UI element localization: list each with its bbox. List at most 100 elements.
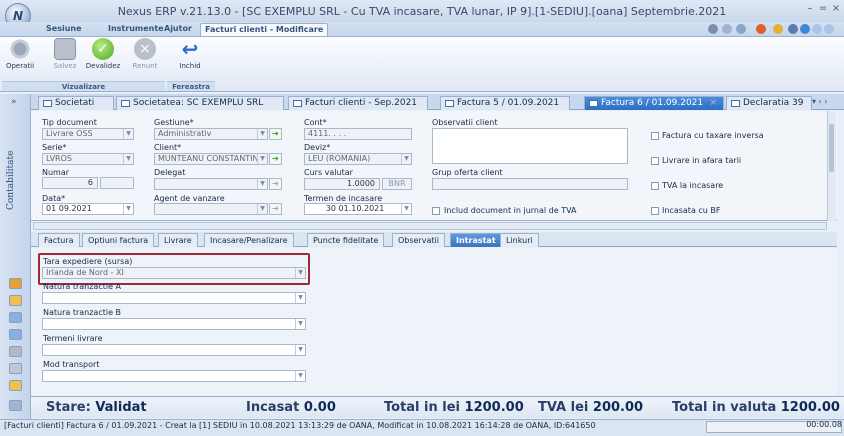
tara-expediere-select[interactable]: Irlanda de Nord - XI ▼: [42, 267, 306, 279]
subtab-factura[interactable]: Factura: [38, 233, 80, 247]
numar-input[interactable]: 6: [42, 177, 98, 189]
numar-extra-field[interactable]: [100, 177, 134, 189]
link-icon[interactable]: [800, 24, 810, 34]
sidebar-icon-7[interactable]: [9, 380, 22, 391]
natura-a-select[interactable]: ▼: [42, 292, 306, 304]
termeni-livrare-select[interactable]: ▼: [42, 344, 306, 356]
renunt-button[interactable]: × Renunt: [126, 38, 164, 70]
termen-input[interactable]: 30 01.10.2021 ▼: [304, 203, 412, 215]
agent-label: Agent de vanzare: [154, 194, 225, 203]
data-label: Data*: [42, 194, 66, 203]
elapsed-time: 00:00.08: [806, 420, 842, 429]
subtab-observatii[interactable]: Observatii: [392, 233, 445, 247]
subtab-incasare-penalizare[interactable]: Incasare/Penalizare: [204, 233, 294, 247]
total-valuta-value: 1200.00: [780, 400, 840, 415]
restore-button[interactable]: =: [817, 3, 829, 15]
devalidez-label: Devalidez: [85, 62, 121, 70]
taxare-inversa-checkbox[interactable]: [651, 132, 659, 140]
grup-oferta-input[interactable]: [432, 178, 628, 190]
sidebar-icon-8[interactable]: [9, 400, 22, 411]
close-button[interactable]: ×: [830, 3, 842, 15]
subtab-livrare[interactable]: Livrare: [158, 233, 198, 247]
gestiune-label: Gestiune*: [154, 118, 194, 127]
tva-incasare-checkbox[interactable]: [651, 182, 659, 190]
delegat-select[interactable]: ▼: [154, 178, 268, 190]
help-icon[interactable]: [824, 24, 834, 34]
scroll-thumb[interactable]: [829, 124, 834, 172]
total-lei: Total in lei 1200.00: [384, 400, 524, 415]
chevron-down-icon: ▼: [257, 154, 267, 164]
mod-transport-select[interactable]: ▼: [42, 370, 306, 382]
natura-a-label: Natura tranzactie A: [43, 282, 122, 291]
minimize-button[interactable]: –: [804, 3, 816, 15]
subtab-linkuri[interactable]: Linkuri: [500, 233, 539, 247]
subtab-intrastat[interactable]: Intrastat: [450, 233, 502, 247]
menu-facturi-clienti-modificare[interactable]: Facturi clienti - Modificare: [200, 23, 329, 36]
save-icon: [54, 38, 76, 60]
client-go-icon[interactable]: ➔: [269, 153, 282, 165]
cont-input[interactable]: 4111. . . .: [304, 128, 412, 140]
subtab-puncte-fidelitate[interactable]: Puncte fidelitate: [307, 233, 385, 247]
tab-societatea[interactable]: Societatea: SC EXEMPLU SRL: [116, 96, 284, 110]
gestiune-value: Administrativ: [158, 129, 212, 138]
tip-document-select[interactable]: Livrare OSS ▼: [42, 128, 134, 140]
menu-sesiune[interactable]: Sesiune: [42, 23, 86, 35]
tab-declaratia-39[interactable]: Declaratia 39: [726, 96, 812, 110]
cont-label: Cont*: [304, 118, 327, 127]
client-select[interactable]: MUNTEANU CONSTANTIN ▼: [154, 153, 268, 165]
options-icon[interactable]: [756, 24, 766, 34]
mod-transport-label: Mod transport: [43, 360, 100, 369]
mail-icon[interactable]: [736, 24, 746, 34]
afara-tarii-label: Livrare in afara tarii: [662, 156, 742, 165]
devalidez-button[interactable]: ✓ Devalidez: [84, 38, 122, 70]
sidebar-icon-6[interactable]: [9, 363, 22, 374]
agent-select[interactable]: ▼: [154, 203, 268, 215]
salvez-button[interactable]: Salvez: [46, 38, 84, 70]
curs-input[interactable]: 1.0000: [304, 178, 380, 190]
sidebar-collapse-button[interactable]: »: [11, 97, 17, 107]
observatii-textarea[interactable]: [432, 128, 628, 164]
tva-incasare-label: TVA la incasare: [662, 181, 724, 190]
inchid-button[interactable]: ↩ Inchid: [171, 38, 209, 70]
preview-icon[interactable]: [722, 24, 732, 34]
gestiune-go-icon[interactable]: ➔: [269, 128, 282, 140]
total-lei-value: 1200.00: [464, 400, 524, 415]
tab-close-icon[interactable]: ×: [709, 97, 717, 110]
calendar-dropdown-icon: ▼: [401, 204, 411, 214]
serie-select[interactable]: LVROS ▼: [42, 153, 134, 165]
sidebar-icon-5[interactable]: [9, 346, 22, 357]
tab-nav-arrows[interactable]: ▾ ‹ ›: [812, 97, 828, 106]
incasata-bf-checkbox[interactable]: [651, 207, 659, 215]
natura-b-select[interactable]: ▼: [42, 318, 306, 330]
subtab-optiuni-factura[interactable]: Optiuni factura: [82, 233, 155, 247]
sidebar-icon-1[interactable]: [9, 278, 22, 289]
client-value: MUNTEANU CONSTANTIN: [158, 154, 259, 163]
tab-facturi-clienti[interactable]: Facturi clienti - Sep.2021: [288, 96, 428, 110]
settings-icon[interactable]: [788, 24, 798, 34]
menu-instrumente[interactable]: Instrumente: [104, 23, 168, 35]
delegat-go-icon[interactable]: ➔: [269, 178, 282, 190]
form-horizontal-scrollbar[interactable]: [33, 222, 827, 230]
deviz-select[interactable]: LEU (ROMANIA) ▼: [304, 153, 412, 165]
bnr-button[interactable]: BNR: [382, 178, 412, 190]
termen-date: 01.10.2021: [338, 204, 385, 213]
print-icon[interactable]: [708, 24, 718, 34]
gestiune-select[interactable]: Administrativ ▼: [154, 128, 268, 140]
sidebar-icon-2[interactable]: [9, 295, 22, 306]
refresh-icon[interactable]: [812, 24, 822, 34]
agent-go-icon[interactable]: ➔: [269, 203, 282, 215]
tva-lei-value: 200.00: [592, 400, 644, 415]
operatii-button[interactable]: Operatii: [1, 38, 39, 70]
tab-factura-5[interactable]: Factura 5 / 01.09.2021: [440, 96, 570, 110]
tva-lei: TVA lei 200.00: [538, 400, 643, 415]
tab-factura-6[interactable]: Factura 6 / 01.09.2021 ×: [584, 96, 724, 110]
hand-icon[interactable]: [773, 24, 783, 34]
menu-ajutor[interactable]: Ajutor: [160, 23, 196, 35]
data-input[interactable]: 01 09.2021 ▼: [42, 203, 134, 215]
sidebar-contabilitate-label[interactable]: Contabilitate: [6, 151, 24, 210]
tab-societati[interactable]: Societati: [38, 96, 114, 110]
afara-tarii-checkbox[interactable]: [651, 157, 659, 165]
sidebar-icon-4[interactable]: [9, 329, 22, 340]
include-jurnal-checkbox[interactable]: [432, 207, 440, 215]
sidebar-icon-3[interactable]: [9, 312, 22, 323]
